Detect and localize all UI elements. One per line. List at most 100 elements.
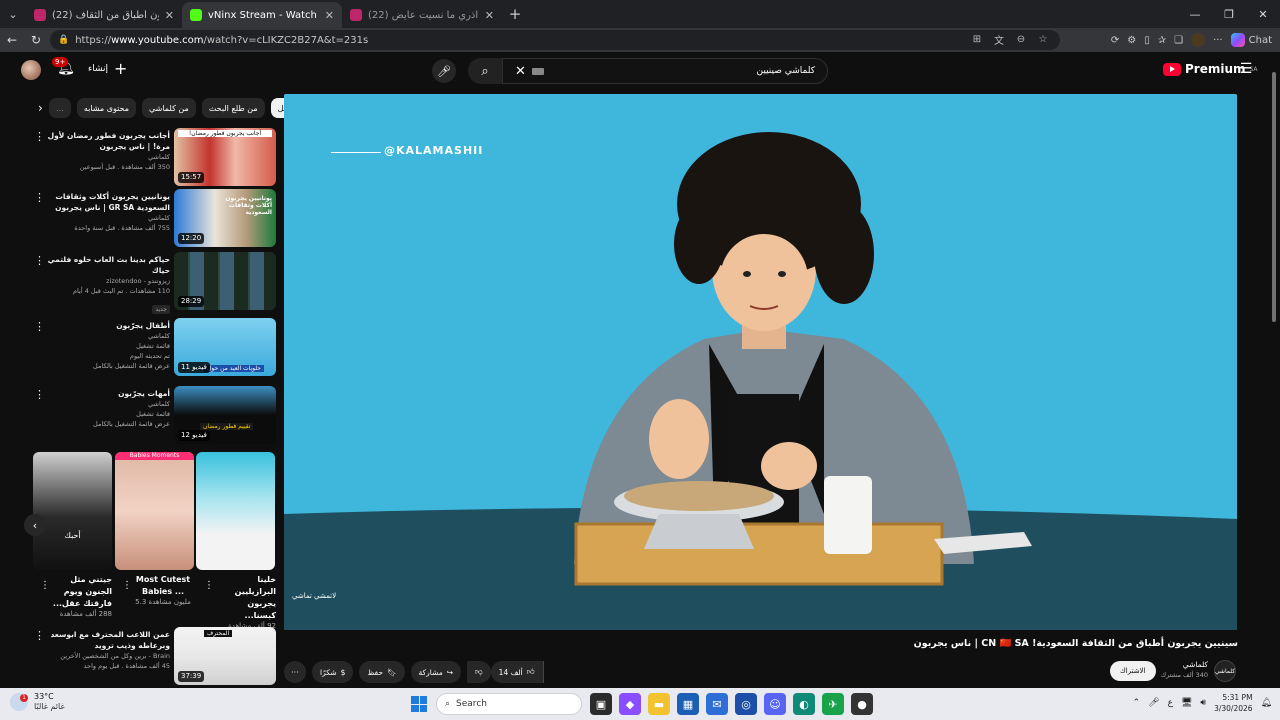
related-video[interactable]: المحترف 37:39 عمن اللاعب المحترف مع ابوس… bbox=[30, 627, 276, 685]
related-video[interactable]: يونانيين يجربون أكلات وثقافات السعودية 1… bbox=[30, 189, 276, 247]
minimize-icon[interactable]: — bbox=[1178, 0, 1212, 28]
short-thumbnail[interactable]: أحبك bbox=[33, 452, 112, 570]
outlook-icon[interactable]: ✉ bbox=[706, 693, 728, 715]
clock[interactable]: 5:31 PM 3/30/2026 bbox=[1214, 692, 1252, 714]
channel-name[interactable]: كلماشي bbox=[38, 331, 170, 341]
close-window-icon[interactable]: ✕ bbox=[1246, 0, 1280, 28]
hamburger-menu-icon[interactable]: ☰ bbox=[1238, 61, 1254, 77]
view-full-playlist-link[interactable]: عرض قائمة التشغيل بالكامل bbox=[38, 361, 170, 371]
video-thumbnail[interactable]: 28:29 bbox=[174, 252, 276, 310]
playlist-thumbnail[interactable]: تقييم فطور رمضان 12 فيديو bbox=[174, 386, 276, 444]
video-thumbnail[interactable]: أجانب يجربون فطور رمضان! 15:57 bbox=[174, 128, 276, 186]
video-player[interactable]: @KALAMASHII لاتمشي تماشي bbox=[284, 94, 1237, 630]
video-thumbnail[interactable]: المحترف 37:39 bbox=[174, 627, 276, 685]
related-video[interactable]: 28:29 حياكم بدينا بث العاب حلوه فلتمي حي… bbox=[30, 252, 276, 314]
green-app-icon[interactable]: ✈ bbox=[822, 693, 844, 715]
file-explorer-icon[interactable]: ▬ bbox=[648, 693, 670, 715]
taskbar-search[interactable]: ⌕ Search bbox=[436, 693, 582, 715]
app-available-icon[interactable]: ⊞ bbox=[970, 32, 984, 46]
channel-name[interactable]: زيزوتندو - zizotendoo bbox=[38, 276, 170, 286]
extensions-puzzle-icon[interactable]: ⚙ bbox=[1127, 35, 1136, 46]
video-thumbnail[interactable]: يونانيين يجربون أكلات وثقافات السعودية 1… bbox=[174, 189, 276, 247]
favorites-icon[interactable]: ✰ bbox=[1158, 35, 1166, 46]
channel-name[interactable]: كلماشي bbox=[38, 152, 170, 162]
channel-name[interactable]: كلماشي bbox=[1183, 660, 1208, 669]
subscribe-button[interactable]: الاشتراك bbox=[1110, 661, 1156, 681]
browser-tab[interactable]: (22) اكذب اذري ما نسيت عايض - e ✕ bbox=[342, 2, 502, 28]
more-actions-button[interactable]: ··· bbox=[284, 661, 306, 683]
channel-name[interactable]: كلماشي bbox=[38, 399, 170, 409]
windows-start-icon[interactable] bbox=[411, 696, 427, 712]
language-indicator[interactable]: ع bbox=[1168, 698, 1173, 708]
browser-tab-active[interactable]: vNinx Stream - Watch Live on Kick ✕ bbox=[182, 2, 342, 28]
translate-icon[interactable]: 文 bbox=[992, 32, 1006, 47]
video-title[interactable]: أجانب يجربون فطور رمضان لأول مرة! | ناس … bbox=[38, 130, 170, 152]
like-button[interactable]: 14 ألف 👍︎ bbox=[490, 661, 544, 683]
scrollbar-thumb[interactable] bbox=[1272, 72, 1276, 322]
tab-list-chevron-icon[interactable]: ⌄ bbox=[0, 1, 26, 27]
related-video[interactable]: أجانب يجربون فطور رمضان! 15:57 أجانب يجر… bbox=[30, 128, 276, 186]
copilot-chat-button[interactable]: Chat bbox=[1230, 33, 1272, 47]
account-avatar[interactable] bbox=[21, 60, 41, 80]
more-options-icon[interactable]: ··· bbox=[1213, 35, 1223, 46]
close-tab-icon[interactable]: ✕ bbox=[165, 9, 174, 22]
reload-icon[interactable]: ↻ bbox=[24, 28, 48, 52]
more-actions-icon[interactable]: ⋮ bbox=[34, 254, 45, 267]
playlist-title[interactable]: أطفال يجرّبون bbox=[38, 320, 170, 331]
search-input[interactable]: ✕ كلماشي صينيين bbox=[502, 58, 828, 84]
more-actions-icon[interactable]: ⋮ bbox=[34, 320, 45, 333]
short-title[interactable]: Most Cutest Babies ... bbox=[132, 574, 194, 598]
more-actions-icon[interactable]: ⋮ bbox=[34, 130, 45, 143]
close-tab-icon[interactable]: ✕ bbox=[325, 9, 334, 22]
split-screen-icon[interactable]: ▯ bbox=[1144, 35, 1150, 46]
view-full-playlist-link[interactable]: عرض قائمة التشغيل بالكامل bbox=[38, 419, 170, 429]
video-title[interactable]: يونانيين يجربون أكلات وثقافات السعودية G… bbox=[38, 191, 170, 213]
shorts-prev-chevron-icon[interactable]: ‹ bbox=[24, 514, 46, 536]
keyboard-icon[interactable] bbox=[531, 67, 544, 75]
volume-icon[interactable]: 🔊︎ bbox=[1200, 698, 1206, 708]
restore-icon[interactable]: ❐ bbox=[1212, 0, 1246, 28]
chip[interactable]: من كلماشي bbox=[142, 98, 196, 118]
chip[interactable]: محتوى مشابه bbox=[76, 98, 136, 118]
playlist-item[interactable]: حلويات العيد من حول 11 فيديو أطفال يجرّب… bbox=[30, 318, 276, 376]
back-arrow-icon[interactable]: ← bbox=[0, 28, 24, 52]
discord-icon[interactable]: ☺ bbox=[764, 693, 786, 715]
network-icon[interactable]: 🖥︎ bbox=[1181, 698, 1192, 708]
playlist-thumbnail[interactable]: حلويات العيد من حول 11 فيديو bbox=[174, 318, 276, 376]
channel-name[interactable]: Brain - برين وكل من الشخصين الأخرين bbox=[38, 651, 170, 661]
refresh-extension-icon[interactable]: ⟳ bbox=[1111, 35, 1119, 46]
app-icon[interactable]: ◎ bbox=[735, 693, 757, 715]
browser-tab[interactable]: (22) سينيين يجربون أطباق من الثقاف ✕ bbox=[26, 2, 182, 28]
weather-widget[interactable]: 1 33°C غائم غالبًا bbox=[10, 692, 65, 712]
chips-next-arrow-icon[interactable]: › bbox=[38, 101, 43, 115]
store-icon[interactable]: ▦ bbox=[677, 693, 699, 715]
more-actions-icon[interactable]: ⋮ bbox=[122, 580, 132, 591]
more-actions-icon[interactable]: ⋮ bbox=[34, 388, 45, 401]
video-title[interactable]: حياكم بدينا بث العاب حلوه فلتمي حياك bbox=[38, 254, 170, 276]
microphone-icon[interactable]: 🎤︎ bbox=[1148, 698, 1159, 708]
channel-avatar[interactable]: كلماشي bbox=[1214, 660, 1236, 682]
video-title[interactable]: عمن اللاعب المحترف مع ابوسعد وبرعاطه وذي… bbox=[38, 629, 170, 651]
github-icon[interactable]: ● bbox=[851, 693, 873, 715]
short-thumbnail[interactable]: Babies Moments bbox=[115, 452, 194, 570]
channel-name[interactable]: كلماشي bbox=[38, 213, 170, 223]
clear-search-icon[interactable]: ✕ bbox=[515, 64, 526, 79]
zoom-icon[interactable]: ⊖ bbox=[1014, 32, 1028, 46]
favorite-star-icon[interactable]: ☆ bbox=[1036, 32, 1050, 46]
playlist-item[interactable]: تقييم فطور رمضان 12 فيديو أمهات يجرّبون … bbox=[30, 386, 276, 444]
create-button[interactable]: إنشاء + bbox=[88, 61, 127, 77]
more-actions-icon[interactable]: ⋮ bbox=[204, 580, 214, 591]
search-button[interactable]: ⌕ bbox=[468, 58, 502, 84]
save-button[interactable]: حفظ 🔖︎ bbox=[359, 661, 405, 683]
notifications-bell-icon[interactable]: 🔔︎ bbox=[1261, 698, 1272, 708]
page-scrollbar[interactable] bbox=[1270, 52, 1278, 686]
more-actions-icon[interactable]: ⋮ bbox=[40, 580, 50, 591]
close-tab-icon[interactable]: ✕ bbox=[485, 9, 494, 22]
new-tab-plus-icon[interactable]: + bbox=[502, 5, 528, 23]
playlist-title[interactable]: أمهات يجرّبون bbox=[38, 388, 170, 399]
chip[interactable]: من طلع البحث bbox=[201, 98, 265, 118]
collections-icon[interactable]: ❏ bbox=[1174, 35, 1183, 46]
short-thumbnail[interactable] bbox=[196, 452, 275, 570]
share-button[interactable]: مشاركة ↪ bbox=[410, 661, 462, 683]
more-actions-icon[interactable]: ⋮ bbox=[34, 629, 45, 642]
